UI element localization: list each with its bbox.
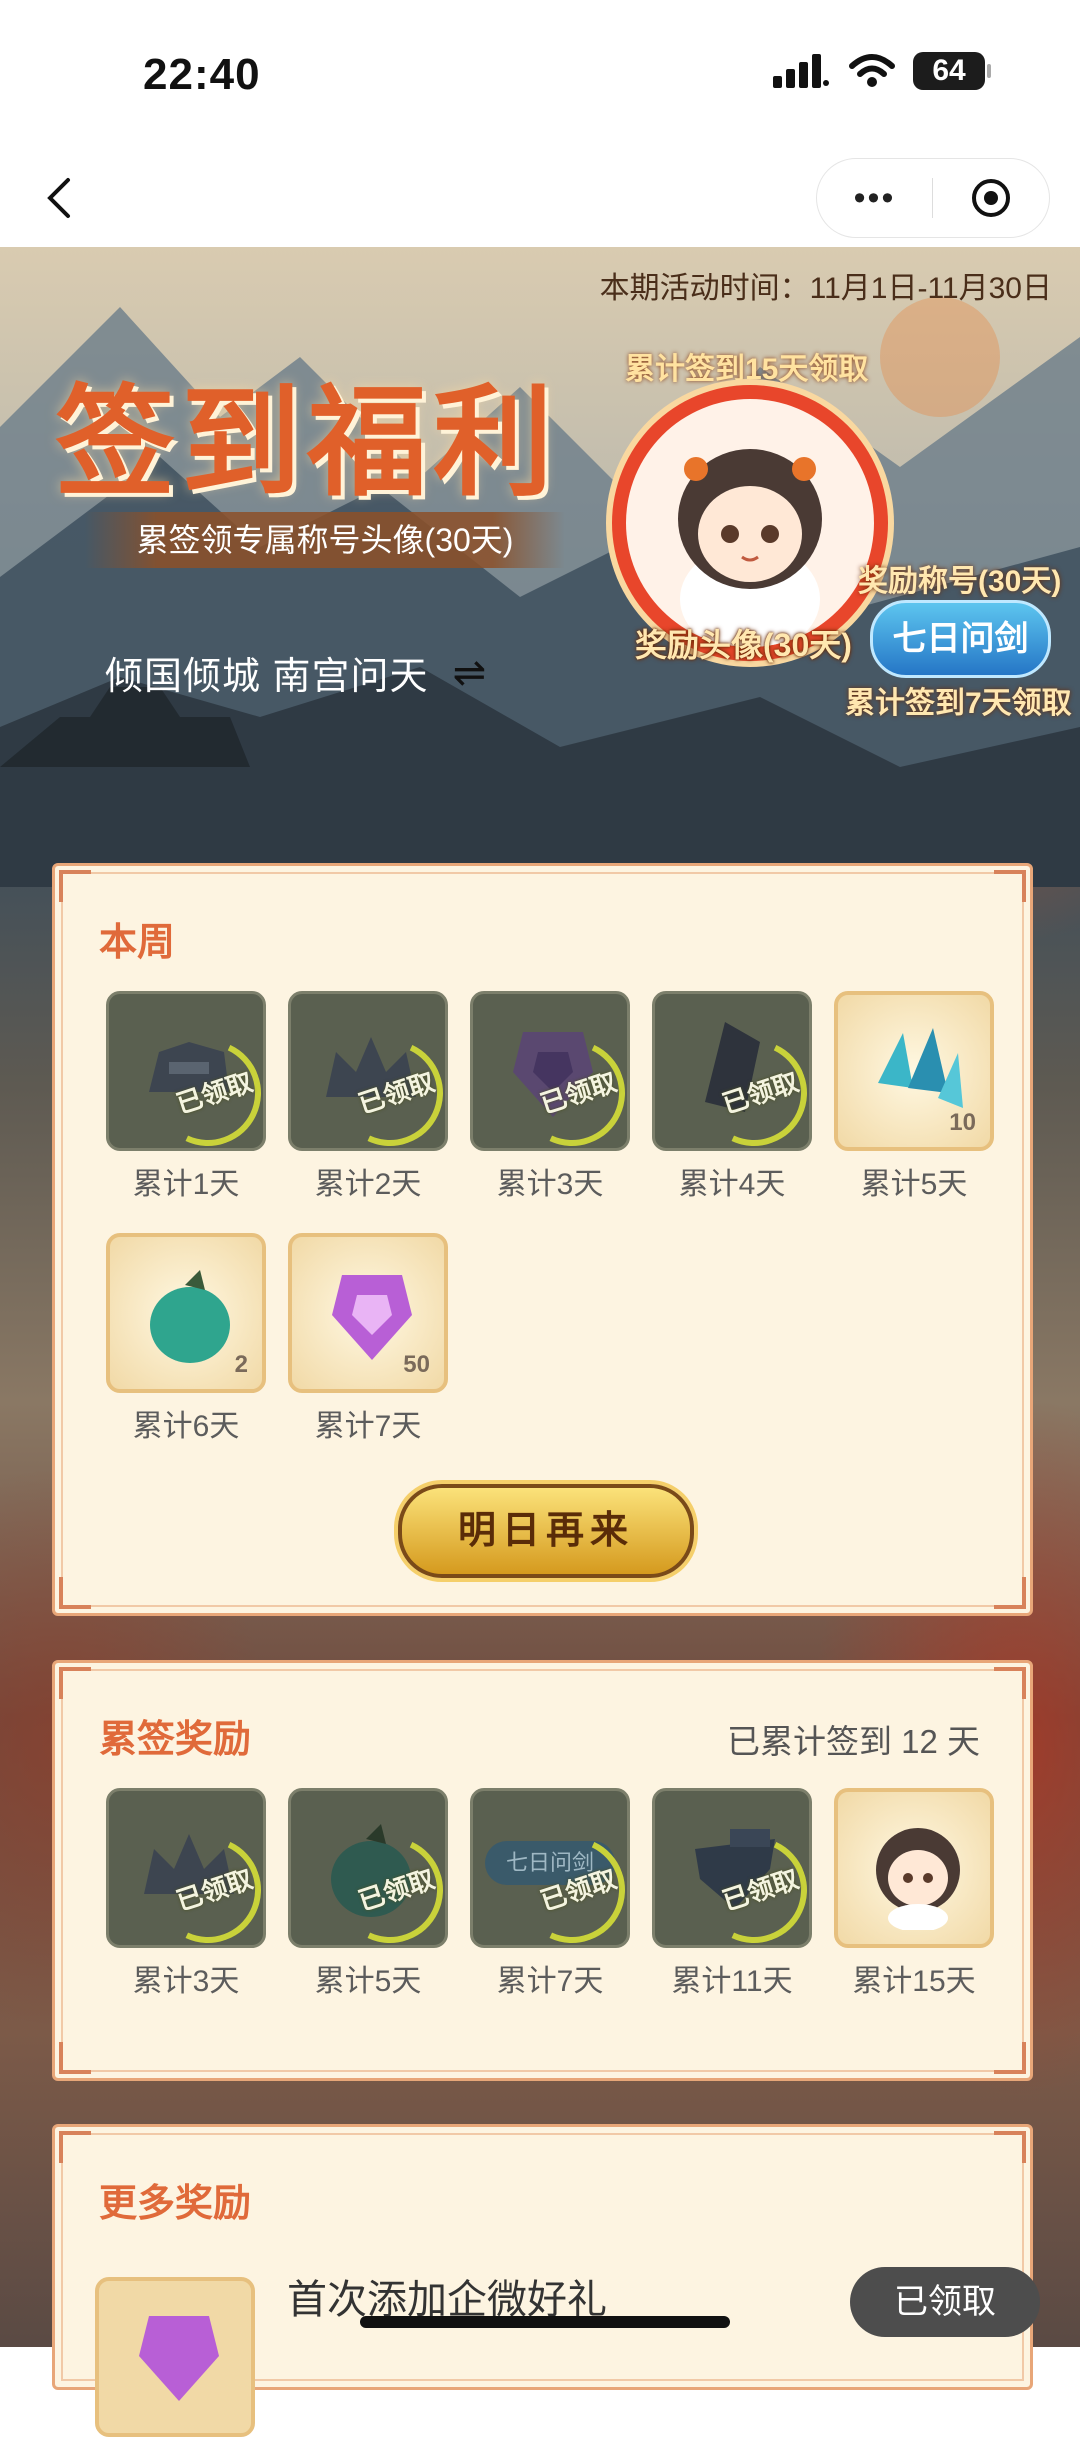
cumulative-panel: 累签奖励 已累计签到 12 天 已领取 累计3天 已领取 累计5天 七日问剑 已…	[52, 1660, 1033, 2081]
panel-corner	[59, 870, 91, 902]
reward-title-badge: 七日问剑	[870, 600, 1051, 678]
item-label: 累计15天	[852, 1965, 976, 1998]
weekly-item-day4[interactable]: 已领取 累计4天	[641, 991, 823, 1203]
weekly-item-day5[interactable]: 10 累计5天	[823, 991, 1005, 1203]
reward-tile: 已领取	[288, 1788, 448, 1948]
more-panel: 更多奖励 首次添加企微好礼 已领取	[52, 2124, 1040, 2437]
status-bar: 22:40 64	[0, 0, 1080, 150]
page-title: 签到福利	[55, 372, 559, 513]
page-subtitle: 累签领专属称号头像(30天)	[85, 512, 565, 568]
item-count: 50	[403, 1351, 430, 1378]
purple-token-icon	[139, 2316, 219, 2401]
reward-tile: 七日问剑 已领取	[470, 1788, 630, 1948]
avatar-requirement: 累计签到15天领取	[625, 353, 869, 386]
wifi-icon	[849, 54, 895, 87]
reward-tile: 已领取	[652, 1788, 812, 1948]
cumulative-summary: 已累计签到 12 天	[726, 1723, 980, 1760]
mini-program-capsule: •••	[816, 158, 1050, 238]
reward-tile: 已领取	[106, 1788, 266, 1948]
come-back-tomorrow-button[interactable]: 明日再来	[398, 1484, 694, 1578]
character-avatar-icon	[678, 449, 822, 647]
item-label: 累计6天	[132, 1410, 240, 1443]
weekly-item-day1[interactable]: 已领取 累计1天	[95, 991, 277, 1203]
reward-tile: 10	[834, 991, 994, 1151]
more-title: 更多奖励	[99, 2183, 252, 2225]
reward-avatar-image	[626, 399, 874, 647]
item-count: 2	[234, 1351, 248, 1378]
claimed-button[interactable]: 已领取	[850, 2267, 1040, 2337]
panel-corner	[994, 1667, 1026, 1699]
item-label: 累计4天	[678, 1168, 786, 1201]
weekly-item-day6[interactable]: 2 累计6天	[95, 1233, 277, 1445]
item-label: 累计1天	[132, 1168, 240, 1201]
reward-tile: 50	[288, 1233, 448, 1393]
weekly-panel: 本周 已领取 累计1天 已领取 累计2天 已领取 累计3天 已领取 累计4天 1…	[52, 863, 1033, 1616]
signal-icon	[773, 54, 829, 88]
weekly-items: 已领取 累计1天 已领取 累计2天 已领取 累计3天 已领取 累计4天 10 累…	[95, 991, 1015, 1445]
cumulative-item-3[interactable]: 已领取 累计3天	[95, 1788, 277, 2000]
weekly-item-day2[interactable]: 已领取 累计2天	[277, 991, 459, 1203]
user-titles-text: 倾国倾城 南宫问天	[105, 656, 429, 698]
avatar-icon	[876, 1828, 960, 1930]
panel-corner	[59, 1667, 91, 1699]
reward-tile: 已领取	[288, 991, 448, 1151]
reward-tile: 已领取	[106, 991, 266, 1151]
status-icons: 64	[773, 52, 991, 90]
panel-corner	[994, 2042, 1026, 2074]
swap-icon[interactable]: ⇌	[453, 650, 488, 696]
battery-indicator: 64	[913, 52, 991, 90]
reward-tile: 已领取	[470, 991, 630, 1151]
activity-period: 本期活动时间：11月1日-11月30日	[599, 272, 1052, 305]
cumulative-item-11[interactable]: 已领取 累计11天	[641, 1788, 823, 2000]
home-indicator	[360, 2316, 730, 2328]
item-label: 累计5天	[860, 1168, 968, 1201]
item-label: 累计7天	[314, 1410, 422, 1443]
item-count: 10	[949, 1109, 976, 1136]
cumulative-item-7[interactable]: 七日问剑 已领取 累计7天	[459, 1788, 641, 2000]
item-label: 累计3天	[132, 1965, 240, 1998]
weekly-item-day7[interactable]: 50 累计7天	[277, 1233, 459, 1445]
reward-tile: 已领取	[652, 991, 812, 1151]
status-time: 22:40	[143, 50, 261, 99]
item-label: 累计11天	[671, 1965, 793, 1998]
panel-corner	[994, 1577, 1026, 1609]
reward-tile: 2	[106, 1233, 266, 1393]
user-titles: 倾国倾城 南宫问天 ⇌	[105, 645, 487, 700]
cumulative-title: 累签奖励	[99, 1719, 252, 1761]
green-pouch-icon	[150, 1270, 230, 1363]
panel-corner	[59, 2042, 91, 2074]
nav-bar: •••	[0, 150, 1080, 247]
more-options-icon[interactable]: •••	[817, 179, 932, 218]
more-item-tile	[95, 2277, 255, 2437]
reward-avatar-label: 奖励头像(30天)	[635, 627, 852, 663]
title-requirement: 累计签到7天领取	[845, 687, 1072, 720]
weekly-item-day3[interactable]: 已领取 累计3天	[459, 991, 641, 1203]
item-label: 累计7天	[496, 1965, 604, 1998]
panel-corner	[59, 2131, 91, 2163]
item-label: 累计5天	[314, 1965, 422, 1998]
item-label: 累计3天	[496, 1168, 604, 1201]
close-target-icon[interactable]	[933, 176, 1048, 220]
reward-tile	[834, 1788, 994, 1948]
panel-corner	[994, 2131, 1026, 2163]
item-label: 累计2天	[314, 1168, 422, 1201]
panel-corner	[994, 870, 1026, 902]
cumulative-item-5[interactable]: 已领取 累计5天	[277, 1788, 459, 2000]
weekly-title: 本周	[99, 922, 176, 964]
cumulative-items: 已领取 累计3天 已领取 累计5天 七日问剑 已领取 累计7天 已领取 累计11…	[95, 1788, 1015, 2000]
cumulative-item-15[interactable]: 累计15天	[823, 1788, 1005, 2000]
back-arrow-icon[interactable]	[30, 168, 90, 228]
panel-corner	[59, 1577, 91, 1609]
reward-title-label: 奖励称号(30天)	[858, 565, 1062, 598]
